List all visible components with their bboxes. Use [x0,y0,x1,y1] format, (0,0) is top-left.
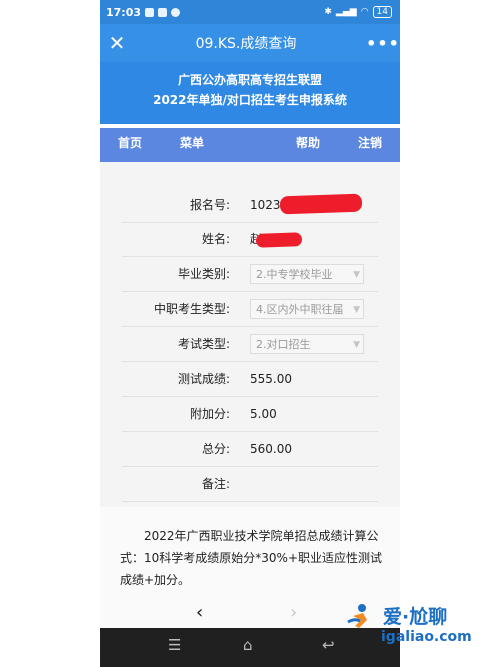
signal-icon: ▂▄▆ [335,7,357,17]
row-grad-type: 毕业类别: 2.中专学校毕业 ▼ [122,257,378,292]
forward-arrow-icon[interactable]: › [290,602,297,623]
row-reg-no: 报名号: 1023 [122,188,378,223]
score-form: 报名号: 1023 姓名: 赵 毕业类别: 2.中专学校毕业 ▼ 中职考生类型:… [100,162,400,507]
watermark-figure-icon [347,604,367,628]
formula-text: 2022年广西职业技术学院单招总成绩计算公式：10科学考成绩原始分*30%+职业… [120,529,382,587]
student-type-label: 中职考生类型: [153,302,230,316]
nav-logout[interactable]: 注销 [358,128,382,158]
title-bar: ✕ 09.KS.成绩查询 ••• [100,24,400,62]
nav-menu[interactable]: 菜单 [180,128,204,158]
grad-type-select[interactable]: 2.中专学校毕业 ▼ [250,264,364,284]
bluetooth-icon: ✱ [324,7,332,17]
system-banner: 广西公办高职高专招生联盟 2022年单独/对口招生考生申报系统 [100,62,400,124]
row-test-score: 测试成绩: 555.00 [122,362,378,397]
reg-no-value: 1023 [250,198,281,212]
remarks-label: 备注: [201,477,230,491]
back-arrow-icon[interactable]: ‹ [196,602,203,623]
notification-icon [145,7,155,17]
close-icon[interactable]: ✕ [100,24,134,62]
reg-no-label: 报名号: [189,198,230,212]
redaction-mark [279,193,363,215]
student-type-select[interactable]: 4.区内外中职往届 ▼ [250,299,364,319]
watermark: 爱·尬聊 igaliao.com [345,600,495,650]
exam-type-select[interactable]: 2.对口招生 ▼ [250,334,364,354]
total-value: 560.00 [250,442,292,456]
row-bonus: 附加分: 5.00 [122,397,378,432]
chat-notification-icon [171,7,181,17]
app-notification-icon [158,7,168,17]
wifi-icon: ◠ [360,7,369,17]
watermark-url: igaliao.com [381,629,472,645]
menu-icon[interactable]: ☰ [168,636,181,654]
battery-indicator: 14 [372,6,392,18]
banner-line2: 2022年单独/对口招生考生申报系统 [153,93,347,107]
home-icon[interactable]: ⌂ [243,636,253,654]
student-type-value: 4.区内外中职往届 [256,303,344,316]
nav-home[interactable]: 首页 [118,128,142,158]
exam-type-value: 2.对口招生 [256,338,311,351]
bonus-label: 附加分: [189,407,230,421]
total-label: 总分: [201,442,230,456]
nav-help[interactable]: 帮助 [296,128,320,158]
formula-note: 2022年广西职业技术学院单招总成绩计算公式：10科学考成绩原始分*30%+职业… [100,507,400,600]
more-options-icon[interactable]: ••• [366,34,400,53]
top-nav: 首页 菜单 帮助 注销 [100,128,400,162]
phone-screen: 17:03 ✱ ▂▄▆ ◠ 14 ✕ 09.KS.成绩查询 ••• 广西公办高职… [100,0,400,667]
status-time: 17:03 [106,5,142,19]
name-label: 姓名: [201,232,230,246]
redaction-mark [255,232,303,248]
row-exam-type: 考试类型: 2.对口招生 ▼ [122,327,378,362]
exam-type-label: 考试类型: [177,337,230,351]
window-title: 09.KS.成绩查询 [195,36,297,52]
row-remarks: 备注: [122,467,378,502]
chevron-down-icon: ▼ [353,270,360,280]
test-score-label: 测试成绩: [177,372,230,386]
test-score-value: 555.00 [250,372,292,386]
status-bar: 17:03 ✱ ▂▄▆ ◠ 14 [100,0,400,24]
row-name: 姓名: 赵 [122,222,378,257]
bonus-value: 5.00 [250,407,277,421]
chevron-down-icon: ▼ [353,340,360,350]
chevron-down-icon: ▼ [353,305,360,315]
back-icon[interactable]: ↩ [322,636,335,654]
watermark-name: 爱·尬聊 [383,606,448,628]
grad-type-value: 2.中专学校毕业 [256,268,333,281]
grad-type-label: 毕业类别: [177,267,230,281]
banner-line1: 广西公办高职高专招生联盟 [177,73,322,87]
row-student-type: 中职考生类型: 4.区内外中职往届 ▼ [122,292,378,327]
row-total: 总分: 560.00 [122,432,378,467]
